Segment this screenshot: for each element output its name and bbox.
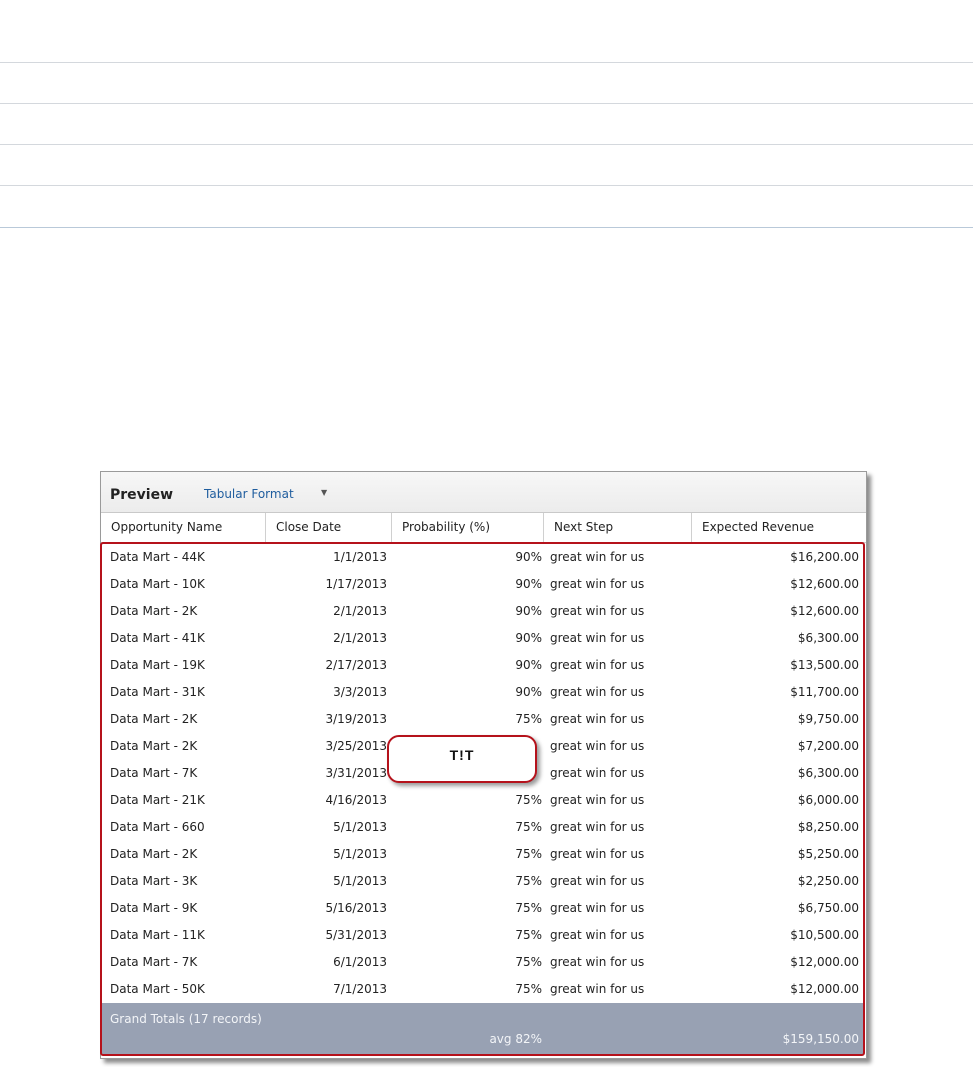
callout-bubble: T!T <box>387 735 537 783</box>
chevron-down-icon[interactable]: ▼ <box>321 488 327 497</box>
divider <box>0 144 973 145</box>
table-header: Opportunity Name Close Date Probability … <box>101 513 866 543</box>
column-header-close-date[interactable]: Close Date <box>266 513 392 542</box>
callout-text: T!T <box>449 747 475 763</box>
preview-header: Preview Tabular Format ▼ <box>101 472 866 513</box>
column-header-probability[interactable]: Probability (%) <box>392 513 544 542</box>
divider <box>0 185 973 186</box>
column-header-next-step[interactable]: Next Step <box>544 513 692 542</box>
divider <box>0 227 973 228</box>
preview-title: Preview <box>110 487 174 503</box>
divider <box>0 103 973 104</box>
column-header-opportunity-name[interactable]: Opportunity Name <box>101 513 266 542</box>
column-header-expected-revenue[interactable]: Expected Revenue <box>692 513 866 542</box>
divider <box>0 62 973 63</box>
highlight-frame <box>100 542 865 1056</box>
format-dropdown-label[interactable]: Tabular Format <box>204 487 294 501</box>
page-header-area <box>0 0 973 230</box>
